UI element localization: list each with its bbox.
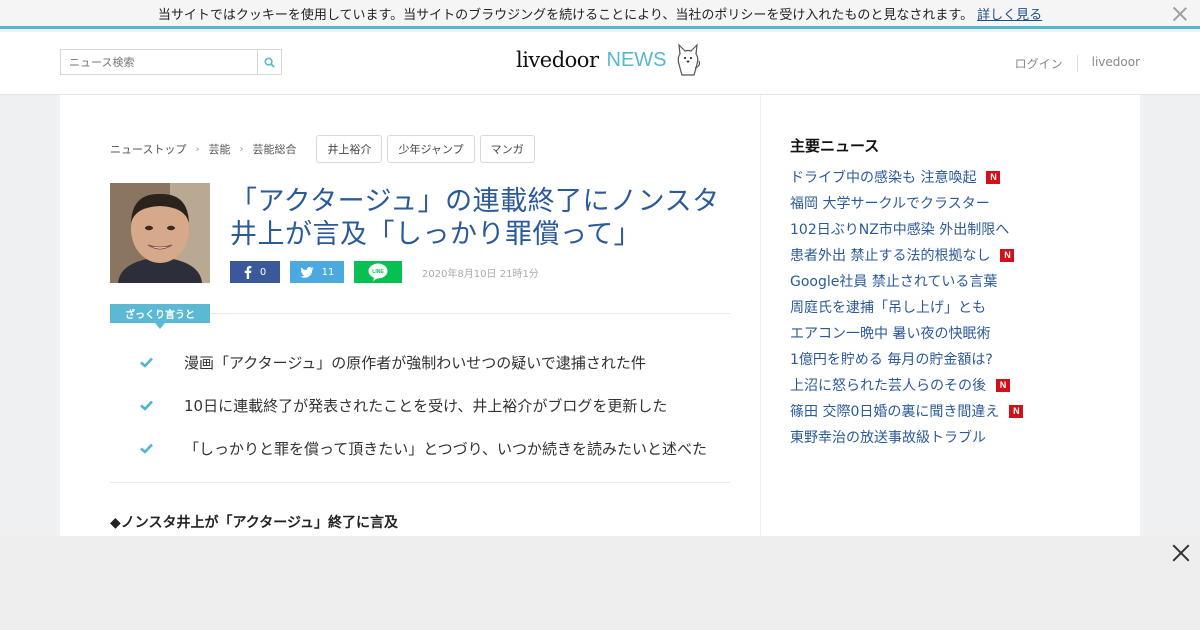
article-title: 「アクタージュ」の連載終了にノンスタ 井上が言及「しっかり罪償って」: [230, 185, 730, 251]
cookie-close-icon[interactable]: [1172, 6, 1188, 22]
line-share-button[interactable]: LINE: [354, 261, 402, 283]
news-item[interactable]: 患者外出 禁止する法的根拠なし N: [790, 242, 1023, 268]
summary-list: 漫画「アクタージュ」の原作者が強制わいせつの疑いで逮捕された件 10日に連載終了…: [140, 341, 707, 470]
news-link[interactable]: エアコン一晩中 暑い夜の快眠術: [790, 323, 990, 343]
tag-list: 井上裕介 少年ジャンプ マンガ: [316, 135, 539, 163]
twitter-icon: [300, 266, 314, 278]
breadcrumb-item[interactable]: 芸能: [208, 141, 230, 157]
new-badge: N: [986, 170, 1001, 184]
summary-text: 10日に連載終了が発表されたことを受け、井上裕介がブログを更新した: [184, 397, 668, 415]
sidebar-title: 主要ニュース: [790, 137, 880, 155]
header-links: ログイン livedoor: [1015, 55, 1140, 72]
tag-button[interactable]: マンガ: [479, 135, 535, 163]
breadcrumb-item[interactable]: ニューストップ: [110, 141, 186, 157]
logo-news-text: NEWS: [606, 48, 667, 71]
check-icon: [140, 400, 184, 411]
search-input[interactable]: [61, 50, 257, 74]
tag-button[interactable]: 井上裕介: [316, 135, 383, 163]
article-thumbnail[interactable]: [110, 183, 210, 283]
breadcrumb: ニューストップ › 芸能 › 芸能総合 井上裕介 少年ジャンプ マンガ: [110, 135, 540, 163]
news-link[interactable]: 1億円を貯める 毎月の貯金額は?: [790, 349, 993, 369]
news-link[interactable]: 上沼に怒られた芸人らのその後: [790, 375, 986, 395]
cookie-details-link[interactable]: 詳しく見る: [977, 4, 1042, 23]
summary-text: 「しっかりと罪を償って頂きたい」とつづり、いつか続きを読みたいと述べた: [184, 440, 708, 458]
summary-item: 10日に連載終了が発表されたことを受け、井上裕介がブログを更新した: [140, 384, 707, 427]
summary-item: 漫画「アクタージュ」の原作者が強制わいせつの疑いで逮捕された件: [140, 341, 707, 384]
news-item[interactable]: Google社員 禁止されている言葉: [790, 268, 1023, 294]
check-icon: [140, 443, 184, 454]
main-news-list: ドライブ中の感染も 注意喚起 N 福岡 大学サークルでクラスター 102日ぶりNZ…: [790, 164, 1024, 450]
svg-text:LINE: LINE: [372, 269, 384, 275]
article-title-line2: 井上が言及「しっかり罪償って」: [230, 219, 642, 250]
summary-item: 「しっかりと罪を償って頂きたい」とつづり、いつか続きを読みたいと述べた: [140, 427, 707, 470]
search-button[interactable]: [257, 50, 281, 74]
share-bar: 0 11 LINE 2020年8月10日 21時1分: [230, 261, 539, 283]
facebook-count: 0: [259, 266, 267, 278]
news-item[interactable]: 102日ぶりNZ市中感染 外出制限へ: [790, 216, 1023, 242]
divider: [110, 482, 730, 483]
line-icon: LINE: [368, 263, 388, 281]
chevron-right-icon: ›: [239, 143, 244, 155]
news-link[interactable]: ドライブ中の感染も 注意喚起: [790, 167, 976, 187]
news-item[interactable]: 東野幸治の放送事故級トラブル: [790, 424, 1023, 450]
livedoor-link[interactable]: livedoor: [1078, 55, 1140, 72]
news-link[interactable]: 福岡 大学サークルでクラスター: [790, 193, 990, 213]
twitter-count: 11: [321, 266, 335, 278]
dog-mascot-icon: [677, 43, 700, 76]
publish-date: 2020年8月10日 21時1分: [422, 268, 539, 280]
news-link[interactable]: 篠田 交際0日婚の裏に聞き間違え: [790, 401, 999, 421]
news-item[interactable]: 周庭氏を逮捕「吊し上げ」とも: [790, 294, 1023, 320]
article-title-line1: 「アクタージュ」の連載終了にノンスタ: [230, 186, 720, 217]
login-link[interactable]: ログイン: [1015, 55, 1078, 72]
site-logo[interactable]: livedoor NEWS: [516, 42, 701, 78]
news-link[interactable]: 102日ぶりNZ市中感染 外出制限へ: [790, 219, 1009, 239]
bottom-ad-overlay: [0, 536, 1200, 630]
twitter-share-button[interactable]: 11: [290, 261, 344, 283]
article-subheading: ◆ノンスタ井上が「アクタージュ」終了に言及: [110, 515, 398, 531]
facebook-share-button[interactable]: 0: [230, 261, 280, 283]
facebook-icon: [244, 265, 252, 279]
divider: [210, 313, 730, 314]
new-badge: N: [1000, 248, 1015, 262]
search-box: [60, 49, 282, 75]
cookie-text: 当サイトではクッキーを使用しています。当サイトのブラウジングを続けることにより、…: [157, 7, 974, 23]
search-icon: [264, 56, 275, 68]
close-icon[interactable]: [1172, 544, 1190, 562]
news-item[interactable]: 1億円を貯める 毎月の貯金額は?: [790, 346, 1023, 372]
chevron-right-icon: ›: [195, 143, 200, 155]
news-link[interactable]: 患者外出 禁止する法的根拠なし: [790, 245, 990, 265]
tag-button[interactable]: 少年ジャンプ: [387, 135, 475, 163]
news-item[interactable]: 篠田 交際0日婚の裏に聞き間違え N: [790, 398, 1024, 424]
new-badge: N: [1009, 404, 1024, 418]
site-header: livedoor NEWS ログイン livedoor: [0, 32, 1200, 95]
summary-label: ざっくり言うと: [110, 304, 210, 329]
new-badge: N: [996, 378, 1010, 392]
person-photo-image: [110, 183, 210, 283]
summary-text: 漫画「アクタージュ」の原作者が強制わいせつの疑いで逮捕された件: [184, 354, 646, 372]
breadcrumb-item[interactable]: 芸能総合: [252, 141, 296, 157]
news-link[interactable]: 周庭氏を逮捕「吊し上げ」とも: [790, 297, 986, 317]
news-link[interactable]: Google社員 禁止されている言葉: [790, 271, 997, 291]
check-icon: [140, 357, 184, 368]
news-item[interactable]: エアコン一晩中 暑い夜の快眠術: [790, 320, 1023, 346]
news-item[interactable]: ドライブ中の感染も 注意喚起 N: [790, 164, 1023, 190]
news-item[interactable]: 福岡 大学サークルでクラスター: [790, 190, 1023, 216]
logo-livedoor-text: livedoor: [516, 48, 599, 72]
news-link[interactable]: 東野幸治の放送事故級トラブル: [790, 427, 986, 447]
cookie-banner: 当サイトではクッキーを使用しています。当サイトのブラウジングを続けることにより、…: [0, 0, 1200, 29]
news-item[interactable]: 上沼に怒られた芸人らのその後 N: [790, 372, 1023, 398]
